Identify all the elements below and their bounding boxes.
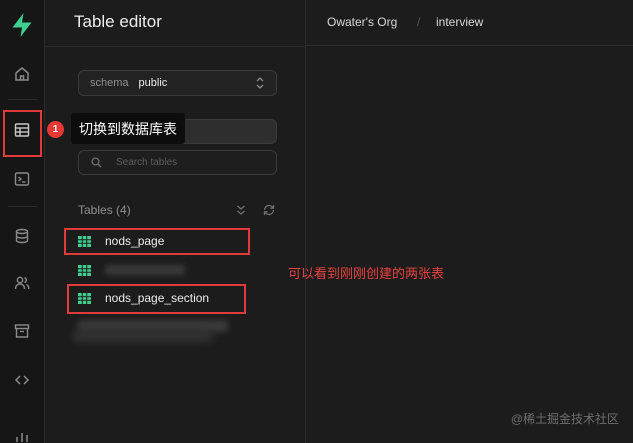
rail-divider — [8, 99, 37, 100]
search-input[interactable] — [116, 157, 266, 168]
schema-value: public — [138, 77, 168, 89]
schema-label: schema — [90, 77, 129, 89]
search-icon — [91, 157, 102, 168]
chevron-up-down-icon — [256, 77, 264, 89]
tables-header: Tables (4) — [78, 203, 131, 217]
blurred-region — [73, 330, 213, 342]
blurred-table-name — [105, 265, 185, 275]
top-bar: Owater's Org / interview — [306, 0, 633, 46]
collapse-chevrons-icon[interactable] — [234, 203, 248, 217]
highlight-box — [64, 228, 250, 255]
panel-title: Table editor — [74, 12, 162, 31]
table-editor-panel: Table editor schema public Tables (4) no… — [45, 0, 306, 443]
table-grid-icon — [78, 264, 91, 276]
search-tables-field[interactable] — [78, 150, 277, 175]
step-badge: 1 — [47, 121, 64, 138]
storage-icon[interactable] — [11, 320, 33, 342]
icon-rail — [0, 0, 45, 443]
api-icon[interactable] — [11, 369, 33, 391]
breadcrumb-separator: / — [417, 15, 421, 29]
breadcrumb-org[interactable]: Owater's Org — [327, 15, 397, 29]
annotation-note: 可以看到刚刚创建的两张表 — [288, 266, 445, 281]
highlight-box — [3, 110, 42, 157]
step-callout: 切换到数据库表 — [71, 113, 185, 144]
users-icon[interactable] — [11, 272, 33, 294]
schema-selector[interactable]: schema public — [78, 70, 277, 96]
database-icon[interactable] — [11, 225, 33, 247]
sql-editor-icon[interactable] — [11, 168, 33, 190]
watermark: @稀土掘金技术社区 — [510, 412, 619, 426]
home-icon[interactable] — [11, 63, 33, 85]
supabase-logo-icon[interactable] — [10, 12, 34, 38]
reports-icon[interactable] — [11, 424, 33, 443]
highlight-box — [67, 284, 246, 314]
refresh-icon[interactable] — [262, 203, 276, 217]
table-item[interactable] — [78, 260, 185, 280]
rail-divider — [8, 206, 37, 207]
breadcrumb-project[interactable]: interview — [436, 15, 483, 29]
panel-divider — [45, 46, 306, 47]
